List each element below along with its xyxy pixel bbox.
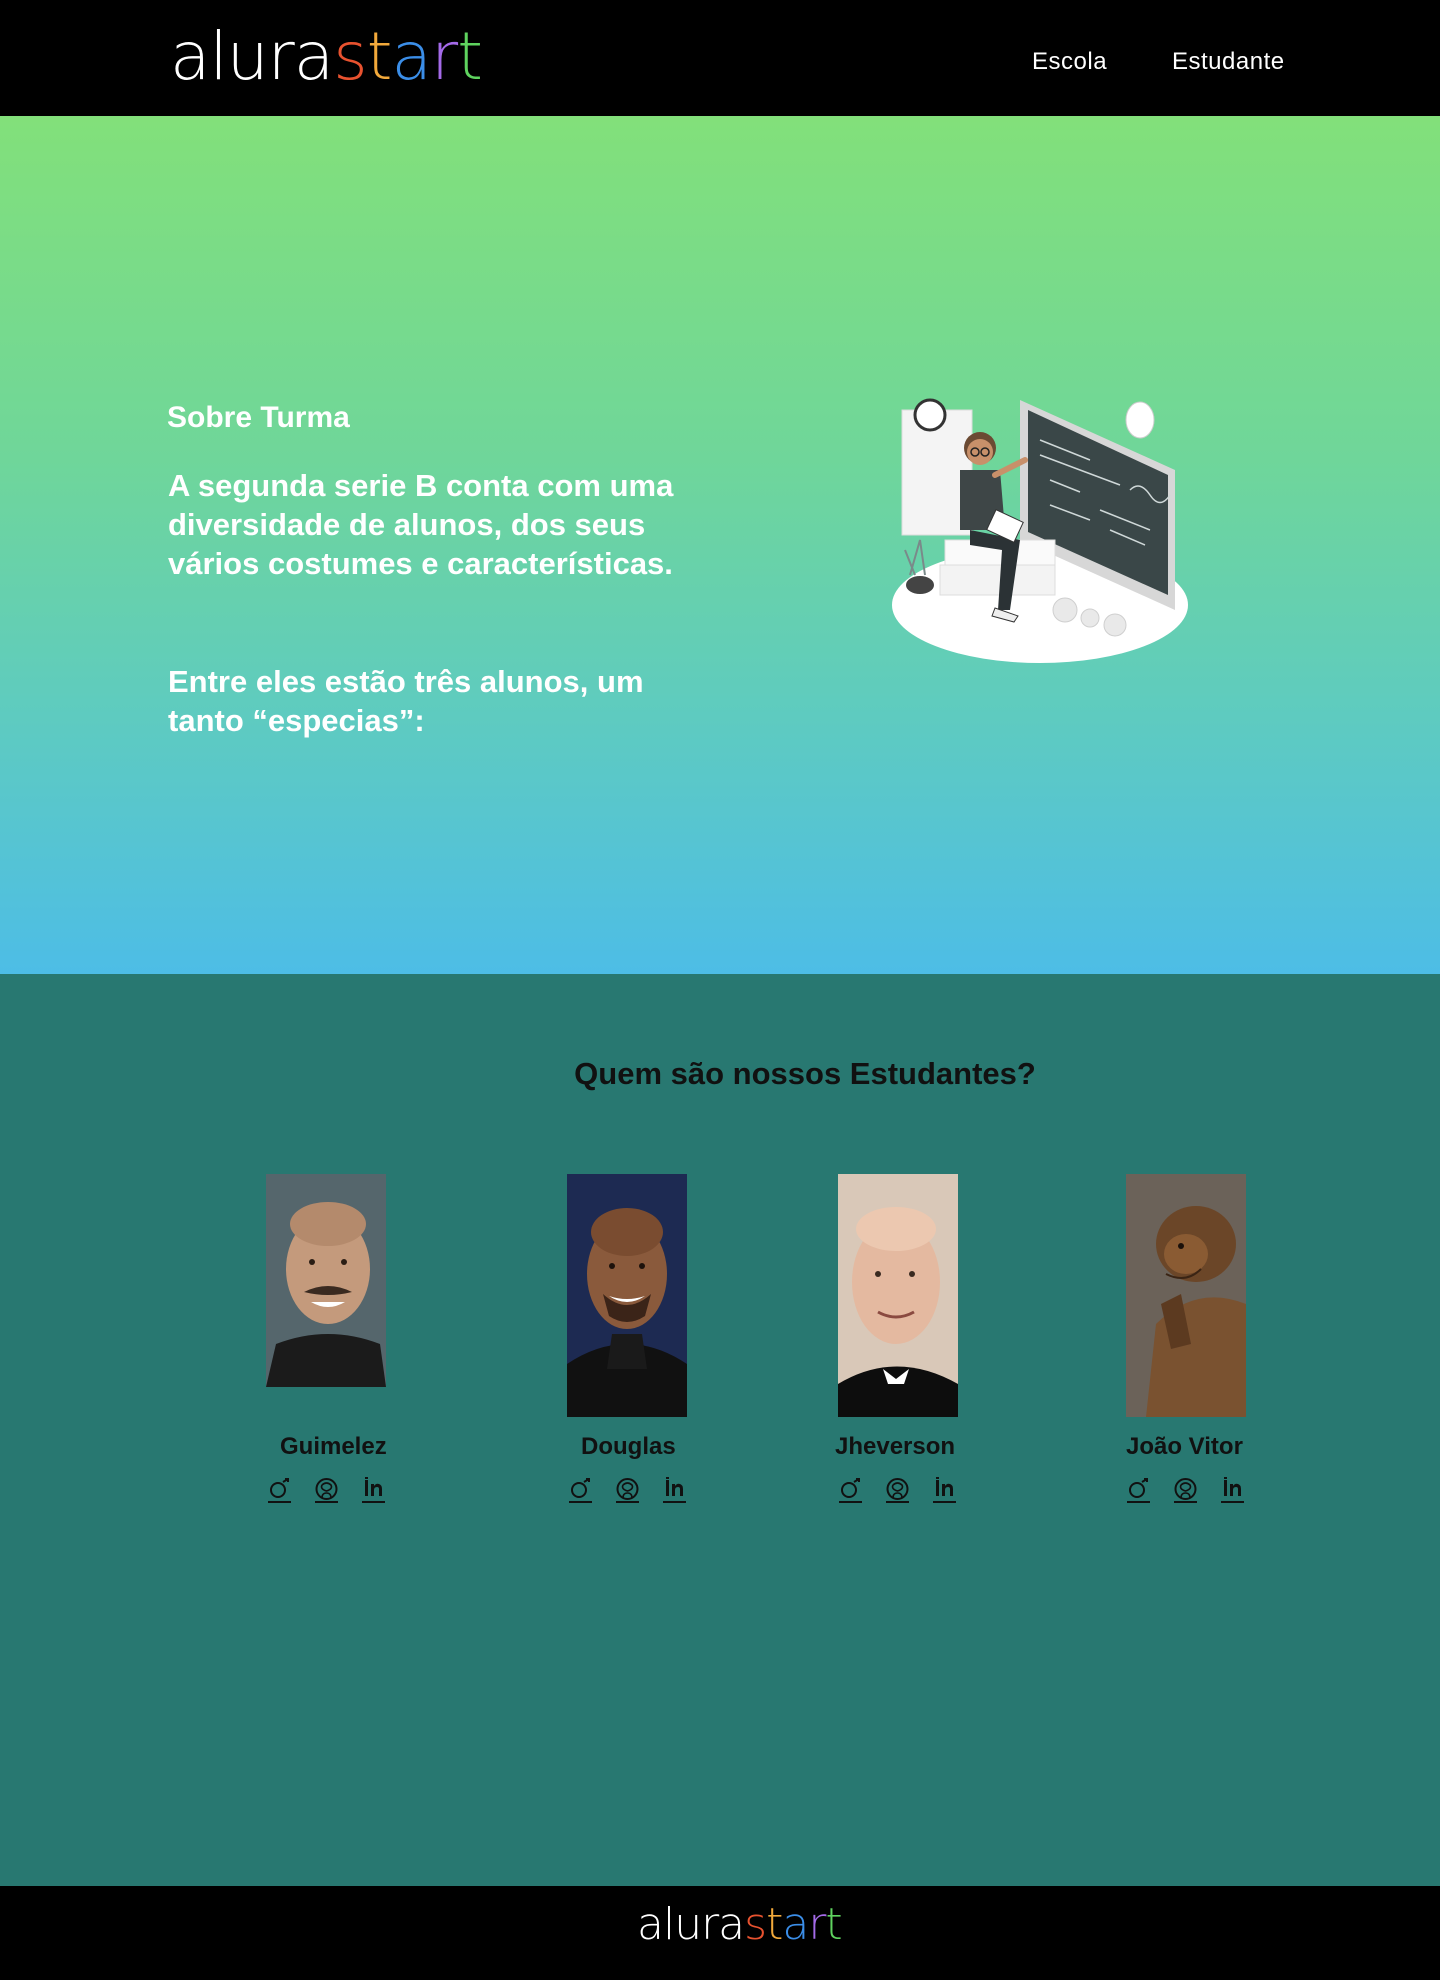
nav-estudante[interactable]: Estudante [1172, 48, 1285, 76]
logo-letter-0: s [333, 18, 367, 95]
logo-letter-2: a [391, 18, 431, 95]
hero-section: Sobre Turma A segunda serie B conta com … [0, 116, 1440, 974]
nav-escola[interactable]: Escola [1032, 48, 1107, 76]
student-photo-douglas [567, 1174, 687, 1417]
hero-paragraph-1: A segunda serie B conta com uma diversid… [168, 468, 674, 581]
github-icon[interactable] [314, 1476, 339, 1504]
instagram-icon[interactable] [1126, 1476, 1151, 1504]
student-photo-guimelez [266, 1174, 386, 1387]
footer-alurastart-logo[interactable]: alura start [637, 1899, 843, 1950]
student-name: Guimelez [280, 1433, 387, 1460]
logo-letter-0: s [744, 1899, 767, 1950]
social-links [1126, 1476, 1245, 1504]
teacher-blackboard-illustration [892, 398, 1188, 663]
social-links [568, 1476, 687, 1504]
linkedin-icon[interactable] [1220, 1476, 1245, 1504]
header: alura start Escola Estudante [0, 0, 1440, 116]
logo-text-alura: alura [637, 1899, 745, 1950]
logo-letter-3: r [808, 1899, 826, 1950]
logo-letter-2: a [782, 1899, 809, 1950]
student-name: Jheverson [835, 1433, 956, 1460]
instagram-icon[interactable] [267, 1476, 292, 1504]
github-icon[interactable] [615, 1476, 640, 1504]
instagram-icon[interactable] [568, 1476, 593, 1504]
logo-letter-4: t [457, 18, 483, 95]
github-icon[interactable] [885, 1476, 910, 1504]
hero-title: Sobre Turma [167, 401, 350, 434]
logo-letter-1: t [366, 18, 393, 95]
logo-text-start: start [333, 22, 483, 92]
social-links [838, 1476, 957, 1504]
instagram-icon[interactable] [838, 1476, 863, 1504]
students-title: Quem são nossos Estudantes? [574, 1056, 1036, 1091]
alurastart-logo[interactable]: alura start [170, 18, 483, 95]
logo-letter-1: t [766, 1899, 783, 1950]
logo-letter-4: t [825, 1899, 842, 1950]
linkedin-icon[interactable] [662, 1476, 687, 1504]
github-icon[interactable] [1173, 1476, 1198, 1504]
hero-paragraph-2: Entre eles estão três alunos, um tanto “… [168, 664, 644, 738]
student-photo-joao-vitor [1126, 1174, 1246, 1417]
linkedin-icon[interactable] [932, 1476, 957, 1504]
student-name: Douglas [581, 1433, 676, 1460]
logo-letter-3: r [430, 18, 458, 95]
student-photo-jheverson [838, 1174, 958, 1417]
logo-text-alura: alura [170, 18, 334, 95]
linkedin-icon[interactable] [361, 1476, 386, 1504]
student-name: João Vitor [1126, 1433, 1243, 1460]
social-links [267, 1476, 386, 1504]
logo-text-start: start [744, 1899, 843, 1950]
students-section: Quem são nossos Estudantes? Guimelez Dou… [0, 974, 1440, 1886]
